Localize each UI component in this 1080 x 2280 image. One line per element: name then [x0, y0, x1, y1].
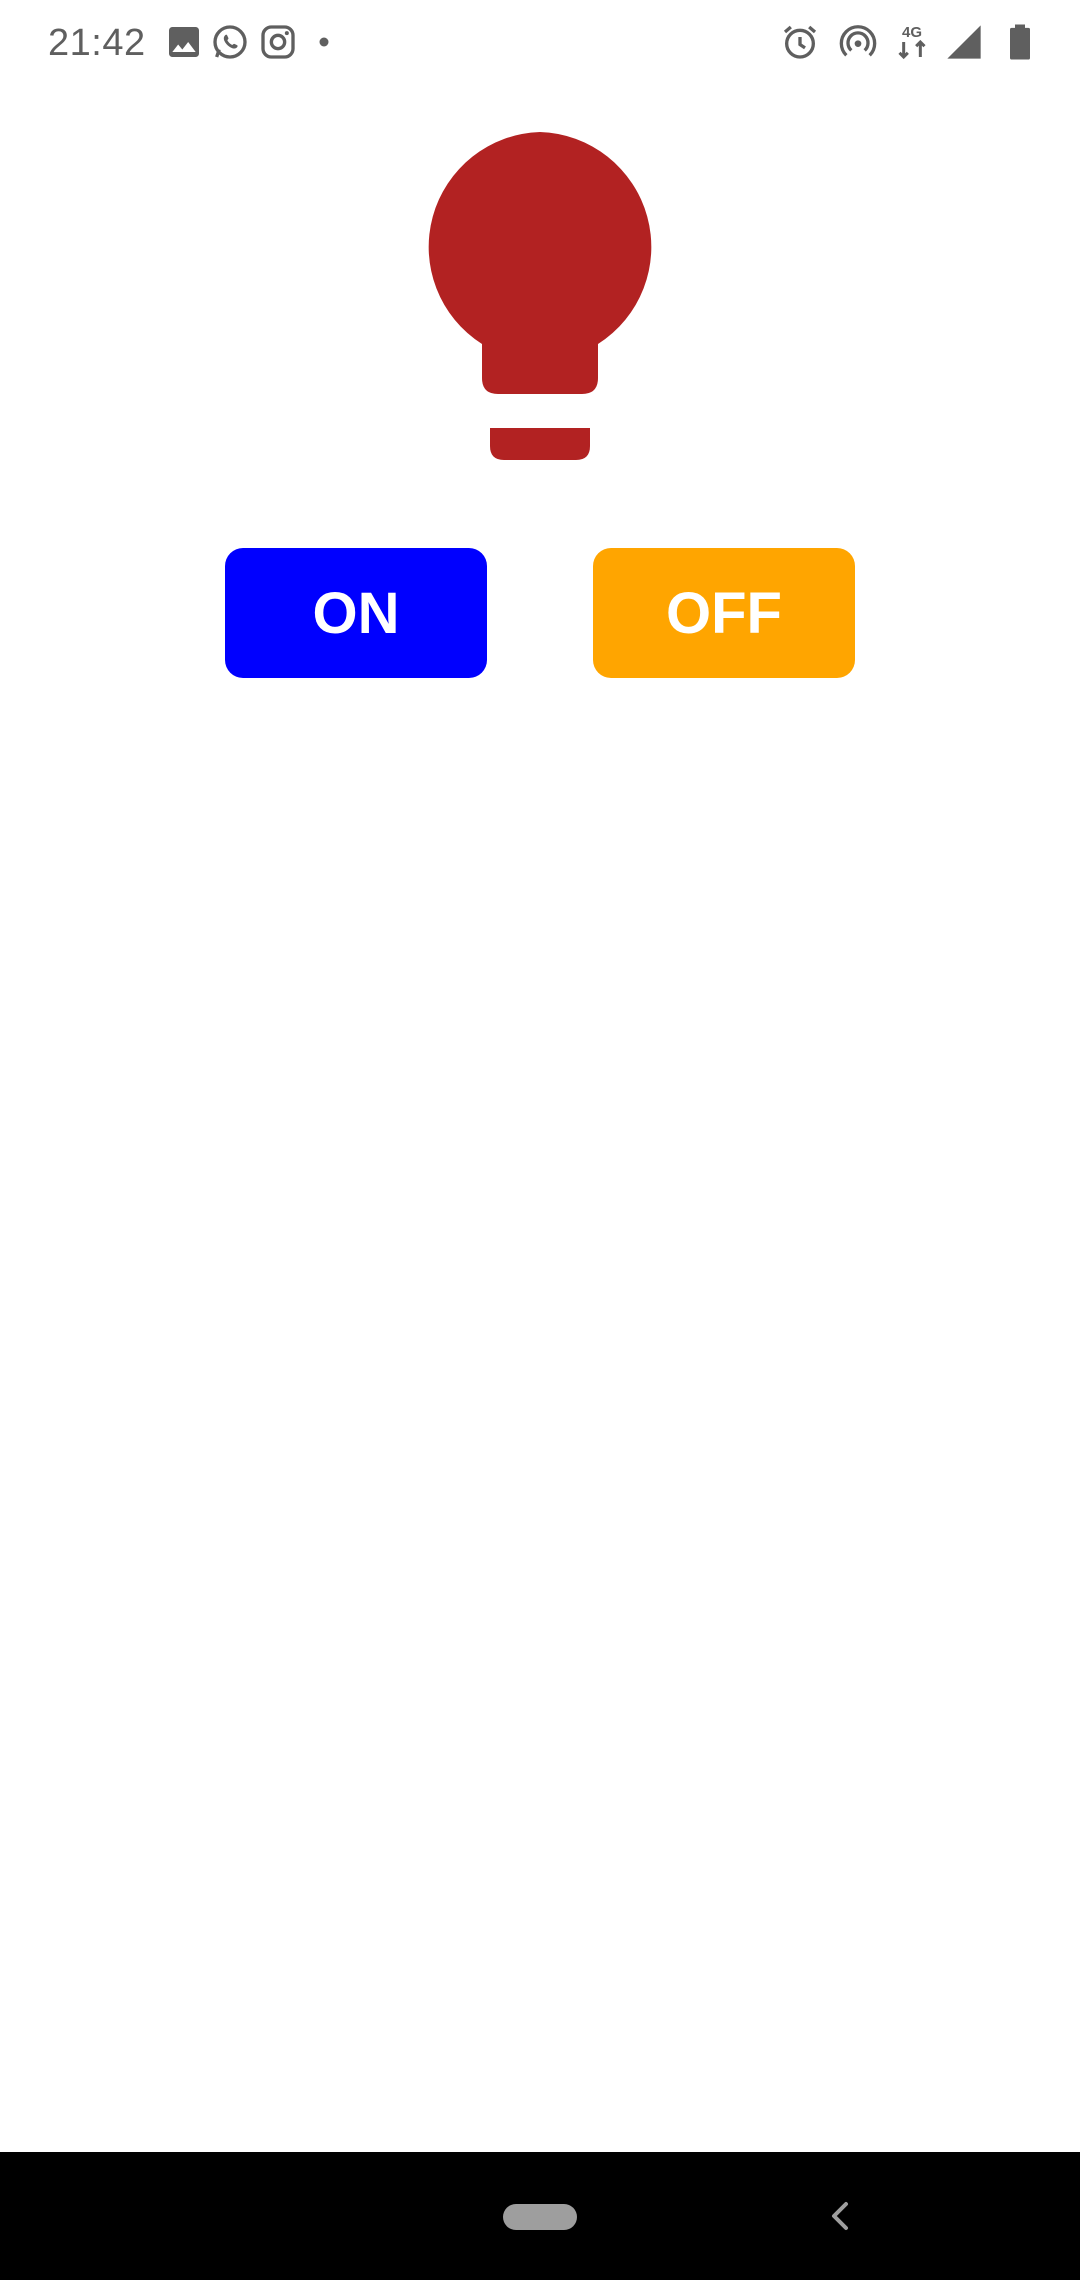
navigation-bar	[0, 2152, 1080, 2280]
status-time: 21:42	[48, 22, 146, 64]
alarm-icon	[780, 22, 820, 62]
whatsapp-icon	[210, 22, 250, 62]
off-button[interactable]: OFF	[593, 548, 855, 678]
image-icon	[164, 22, 204, 62]
app-screen: 21:42 4G ON OFF	[0, 0, 1080, 2280]
status-bar: 21:42 4G	[0, 0, 1080, 90]
svg-text:4G: 4G	[902, 24, 922, 41]
battery-icon	[998, 22, 1042, 62]
network-4g-icon: 4G	[892, 22, 932, 62]
on-button[interactable]: ON	[225, 548, 487, 678]
lightbulb-icon	[420, 130, 660, 470]
hotspot-icon	[838, 22, 878, 62]
dot-icon	[312, 22, 336, 62]
signal-icon	[944, 22, 984, 62]
home-pill-icon[interactable]	[503, 2204, 577, 2230]
instagram-icon	[258, 22, 298, 62]
back-icon[interactable]	[822, 2192, 858, 2240]
